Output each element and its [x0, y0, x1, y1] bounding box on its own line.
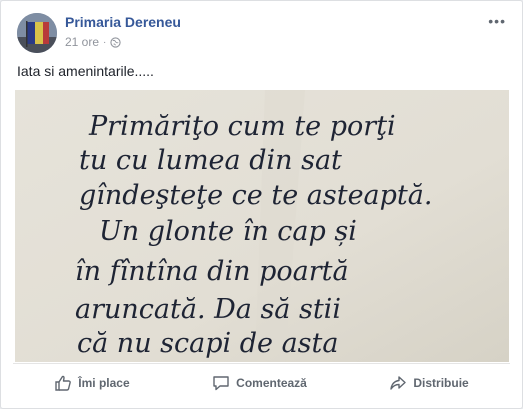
note-line-6: aruncată. Da să stii — [75, 294, 341, 325]
handwritten-note: Primăriţo cum te porţi tu cu lumea din s… — [15, 90, 509, 362]
comment-icon — [213, 376, 229, 391]
post-card: Primaria Dereneu 21 ore · ••• Iata si am… — [0, 0, 523, 409]
more-options-icon[interactable]: ••• — [488, 13, 506, 29]
avatar-image — [17, 13, 57, 53]
post-photo[interactable]: Primăriţo cum te porţi tu cu lumea din s… — [15, 90, 509, 362]
like-button[interactable]: Îmi place — [54, 374, 130, 392]
note-line-7: că nu scapi de asta — [77, 328, 338, 359]
page-name-link[interactable]: Primaria Dereneu — [65, 14, 181, 30]
comment-button[interactable]: Comentează — [212, 374, 307, 392]
post-meta: 21 ore · — [65, 35, 122, 49]
meta-separator: · — [103, 36, 107, 48]
share-label: Distribuie — [413, 376, 469, 390]
globe-icon[interactable] — [110, 36, 122, 48]
comment-label: Comentează — [236, 376, 307, 390]
note-line-5: în fîntîna din poartă — [75, 256, 349, 287]
post-timestamp[interactable]: 21 ore — [65, 35, 99, 49]
share-icon — [390, 376, 407, 390]
like-label: Îmi place — [78, 376, 130, 390]
post-actions-bar: Îmi place Comentează Distribuie — [13, 363, 510, 402]
note-line-1: Primăriţo cum te porţi — [88, 111, 396, 142]
note-line-2: tu cu lumea din sat — [79, 145, 342, 176]
post-text: Iata si amenintarile..... — [17, 63, 154, 79]
note-line-3: gîndeşteţe ce te asteaptă. — [79, 180, 432, 211]
page-avatar[interactable] — [17, 13, 57, 53]
note-line-4: Un glonte în cap și — [99, 216, 357, 247]
post-header: Primaria Dereneu 21 ore · ••• — [17, 13, 506, 53]
thumbs-up-icon — [55, 375, 72, 391]
share-button[interactable]: Distribuie — [389, 374, 469, 392]
